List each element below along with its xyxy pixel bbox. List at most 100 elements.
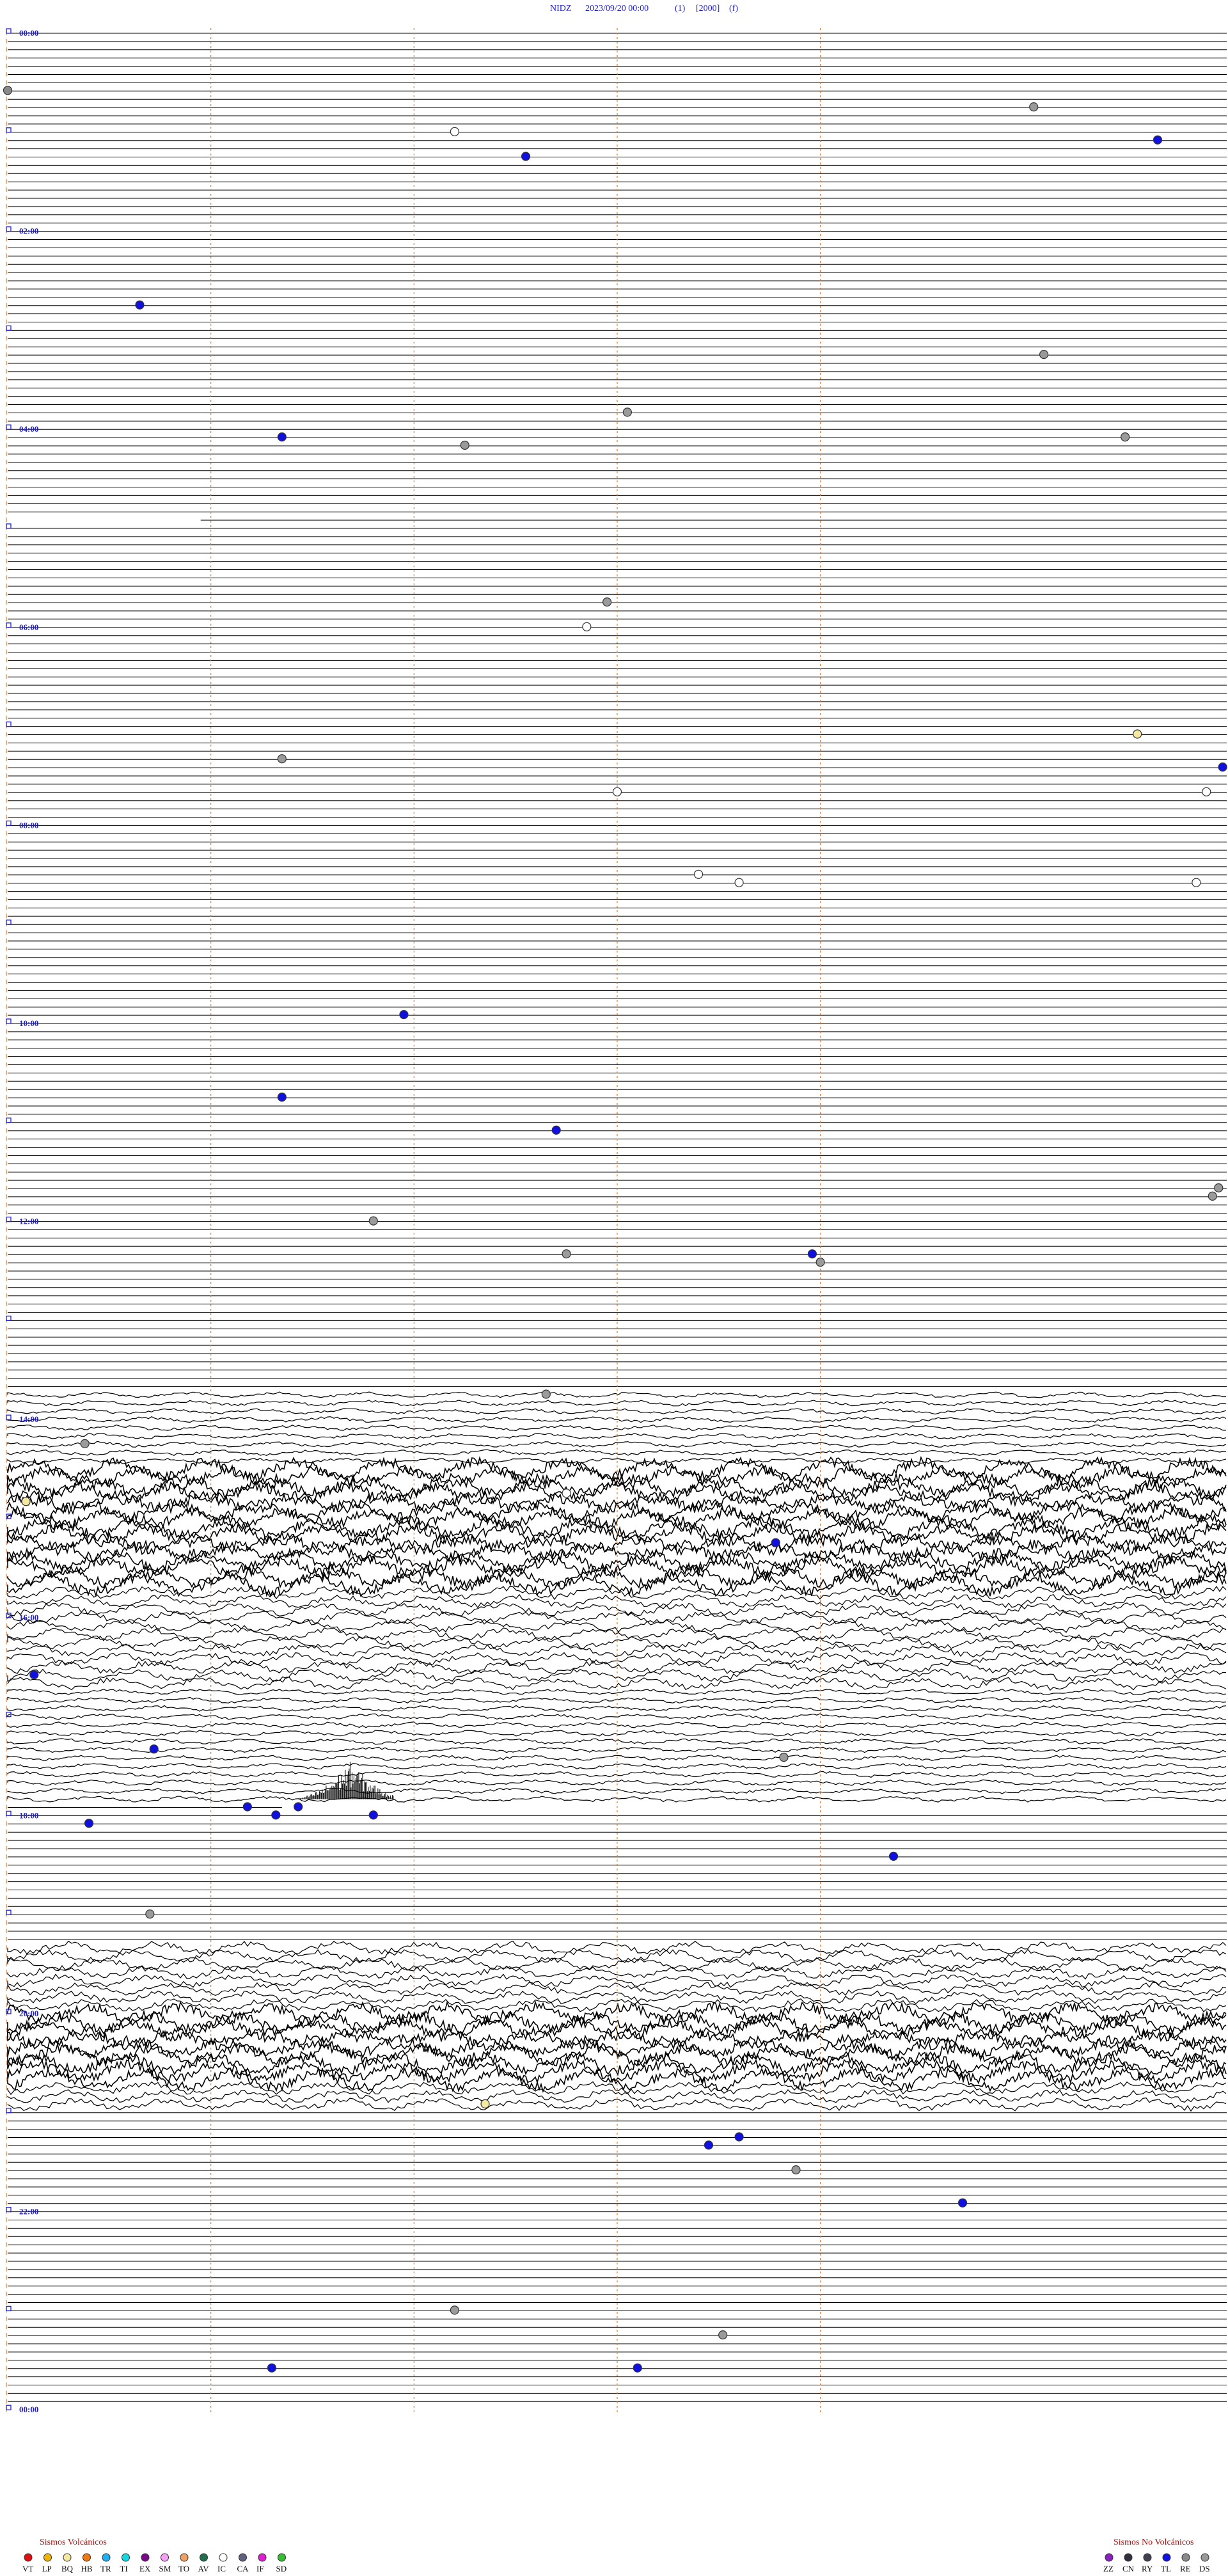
legend-swatch-sd [278, 2553, 286, 2562]
event-marker-ic [450, 127, 459, 136]
event-marker-bq [21, 1497, 31, 1506]
seismic-burst [291, 1762, 394, 1799]
trace-line [7, 1513, 1227, 1540]
event-marker-ic [734, 878, 744, 887]
event-marker-ic [612, 787, 622, 796]
hour-marker [6, 2108, 12, 2114]
event-marker-tl [1218, 762, 1227, 772]
hour-marker [6, 1216, 12, 1222]
title-filter: (f) [729, 4, 738, 13]
event-marker-ds [562, 1249, 571, 1259]
legend-label-av: AV [198, 2564, 210, 2573]
event-marker-ic [693, 869, 704, 879]
hour-marker [6, 919, 12, 925]
trace-line [7, 2089, 1227, 2103]
event-marker-ic [1192, 878, 1201, 887]
legend-label-re: RE [1180, 2564, 1191, 2573]
trace-layer [7, 33, 1227, 2402]
legend-swatch-sm [161, 2553, 169, 2562]
trace-line [7, 1611, 1227, 1625]
event-marker-ic [562, 1489, 571, 1498]
event-marker-ds [1029, 102, 1039, 112]
legend-label-ds: DS [1199, 2564, 1210, 2573]
legend-label-sd: SD [276, 2564, 287, 2573]
event-marker-ic [1202, 787, 1211, 796]
event-marker-ds [602, 597, 612, 607]
legend-swatch-hb [83, 2553, 91, 2562]
legend-swatch-to [180, 2553, 189, 2562]
legend-label-ry: RY [1142, 2564, 1153, 2573]
legend-label-vt: VT [22, 2564, 33, 2573]
hour-label: 20:00 [19, 2009, 38, 2018]
event-marker-bq [1133, 729, 1142, 739]
event-marker-bq [480, 2099, 490, 2108]
trace-line [7, 1990, 1227, 2005]
event-marker-ds [779, 1753, 789, 1762]
hour-marker [6, 2405, 12, 2410]
event-marker-ds [718, 2330, 728, 2340]
event-marker-tl [771, 1538, 780, 1547]
legend-label-if: IF [256, 2564, 264, 2573]
hour-label: 18:00 [19, 1810, 38, 1820]
event-marker-ds [622, 407, 632, 417]
event-marker-tl [277, 1092, 287, 1102]
legend-swatch-re [1181, 2553, 1190, 2562]
event-marker-ds [1121, 432, 1130, 442]
hour-marker [6, 2305, 12, 2312]
event-marker-ds [277, 754, 287, 764]
event-marker-ds [145, 1909, 155, 1919]
legend-non-volcanic-title: Sismos No Volcánicos [1114, 2538, 1194, 2547]
helicorder-chart: NIDZ 2023/09/20 00:00 (1) [2000] (f) 00:… [3, 4, 1227, 2573]
event-marker-ds [80, 1439, 90, 1448]
hour-marker [6, 820, 12, 826]
legend-swatch-ds [1200, 2553, 1209, 2562]
event-marker-tl [135, 300, 145, 310]
legend-swatch-if [258, 2553, 267, 2562]
event-marker-ds [1208, 1191, 1217, 1201]
event-marker-tl [734, 2132, 744, 2142]
title-station: NIDZ [550, 4, 571, 13]
event-marker-tl [267, 2363, 277, 2373]
event-marker-ds [1214, 1183, 1224, 1193]
legend-label-ti: TI [120, 2564, 128, 2573]
legend-swatch-tr [102, 2553, 111, 2562]
event-marker-ds [815, 1257, 825, 1267]
hour-marker [6, 325, 12, 331]
legend-swatch-ti [122, 2553, 130, 2562]
event-marker-ds [1039, 349, 1049, 360]
hour-marker [6, 622, 12, 628]
hour-marker [6, 1513, 12, 1519]
event-marker-tl [242, 1802, 252, 1812]
legend-volcanic-title: Sismos Volcánicos [40, 2538, 107, 2547]
legend-swatch-ic [219, 2553, 228, 2562]
hour-label: 22:00 [19, 2207, 38, 2216]
event-marker-tl [1153, 135, 1163, 145]
legend-label-ic: IC [217, 2564, 226, 2573]
legend-swatch-bq [63, 2553, 72, 2562]
hour-marker [6, 28, 12, 34]
event-marker-tl [888, 1851, 899, 1861]
legend-label-hb: HB [81, 2564, 93, 2573]
legend-swatch-av [200, 2553, 208, 2562]
hour-marker [6, 1810, 12, 1817]
hour-marker [6, 1118, 12, 1123]
legend-swatch-lp [43, 2553, 52, 2562]
legend-non-volcanic: Sismos No Volcánicos ZZ CN RY TL RE DS [1103, 2538, 1210, 2573]
legend-swatch-ry [1143, 2553, 1152, 2562]
event-marker-ic [582, 622, 592, 631]
event-marker-tl [957, 2198, 968, 2208]
event-marker-tl [704, 2140, 714, 2150]
hour-marker [6, 1414, 12, 1420]
hour-marker [6, 721, 12, 727]
title-scale: [2000] [696, 4, 720, 13]
legend-label-ca: CA [237, 2564, 249, 2573]
event-marker-ds [791, 2165, 801, 2175]
event-marker-tl [633, 2363, 642, 2373]
hour-label: 04:00 [19, 424, 38, 434]
event-marker-tl [521, 152, 531, 161]
hour-label: 00:00 [19, 2405, 38, 2414]
legend-label-zz: ZZ [1103, 2564, 1114, 2573]
legend-swatch-cn [1124, 2553, 1133, 2562]
legend-label-tr: TR [100, 2564, 111, 2573]
legend-swatch-ex [141, 2553, 150, 2562]
